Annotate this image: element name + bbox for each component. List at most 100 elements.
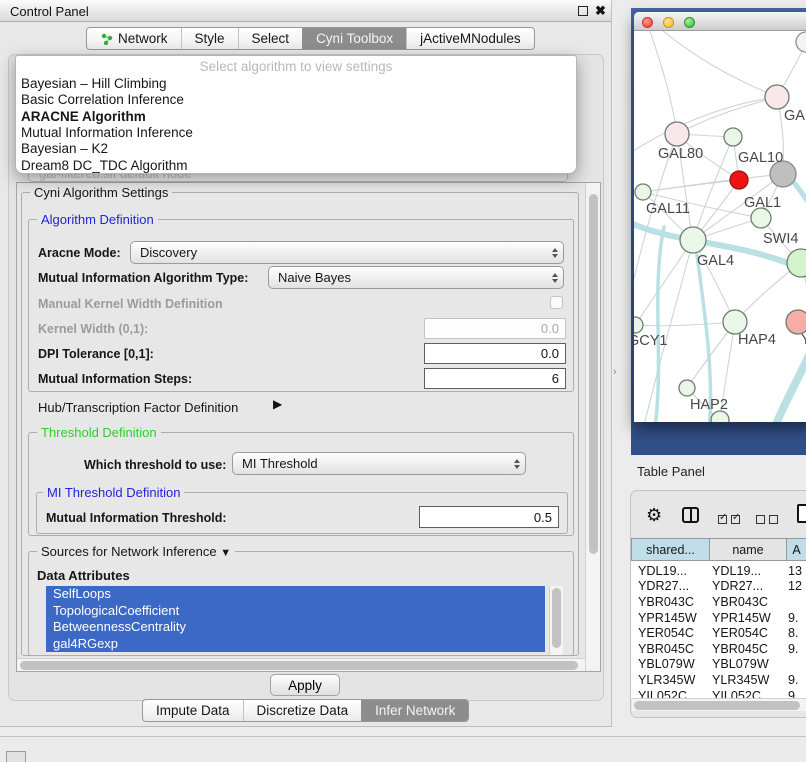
tab-style[interactable]: Style [181, 28, 238, 49]
network-node-gal[interactable] [765, 85, 789, 109]
table-row[interactable]: YBR045CYBR045C9. [631, 641, 806, 657]
table-cell: YPR145W [631, 611, 707, 625]
collapse-arrow-icon[interactable]: ▼ [220, 547, 231, 559]
tab-select[interactable]: Select [238, 28, 303, 49]
tab-jactivemnodules[interactable]: jActiveMNodules [406, 28, 534, 49]
network-node-gal11[interactable] [635, 184, 651, 200]
control-panel-titlebar: Control Panel ✖ [0, 0, 611, 22]
table-cell: 8. [783, 626, 806, 640]
table-row[interactable]: YBL079WYBL079W [631, 657, 806, 673]
table-row[interactable]: YPR145WYPR145W9. [631, 610, 806, 626]
stepper-arrows-icon [514, 453, 520, 474]
table-cell: YLR345W [631, 673, 707, 687]
cyni-algorithm-settings-title: Cyni Algorithm Settings [30, 185, 172, 200]
close-traffic-light-icon[interactable] [642, 17, 653, 28]
algorithm-option[interactable]: Dream8 DC_TDC Algorithm [21, 158, 188, 174]
settings-horizontal-scrollbar[interactable] [17, 658, 585, 671]
table-row[interactable]: YLR345WYLR345W9. [631, 672, 806, 688]
algorithm-option[interactable]: Mutual Information Inference [21, 125, 193, 141]
columns-icon[interactable] [682, 507, 699, 523]
kernel-width-label: Kernel Width (0,1): [38, 322, 148, 336]
algorithm-dropdown-prompt: Select algorithm to view settings [16, 59, 576, 74]
table-cell: 13 [783, 564, 806, 578]
mi-threshold-field[interactable]: 0.5 [419, 506, 559, 528]
attributes-list-scrollbar[interactable] [549, 586, 563, 655]
network-view-window: GALGAL80GAL10GAL11GAL1SWI4GAL4GCY1HAP4YH… [634, 12, 806, 422]
node-label: GAL1 [744, 195, 781, 211]
threshold-definition-title: Threshold Definition [37, 425, 161, 440]
network-node-gal1[interactable] [751, 208, 771, 228]
network-node[interactable] [730, 171, 748, 189]
checked-columns-icon[interactable] [718, 511, 744, 529]
network-node-y[interactable] [786, 310, 806, 334]
hub-definition-label[interactable]: Hub/Transcription Factor Definition [38, 400, 238, 415]
dpi-tolerance-field[interactable]: 0.0 [424, 343, 566, 364]
mi-steps-field[interactable]: 6 [424, 368, 566, 389]
network-node-gal80[interactable] [665, 122, 689, 146]
tab-network[interactable]: Network [87, 28, 181, 49]
mi-algorithm-type-combobox[interactable]: Naive Bayes [268, 266, 564, 289]
table-cell: YIL052C [707, 689, 783, 698]
bottom-tabbar: Impute DataDiscretize DataInfer Network [142, 699, 469, 722]
tab-cyni-toolbox[interactable]: Cyni Toolbox [302, 28, 406, 49]
attribute-list-item[interactable]: gal4RGexp [46, 636, 545, 653]
mi-steps-label: Mutual Information Steps: [38, 372, 192, 386]
network-node-hap4[interactable] [723, 310, 747, 334]
network-canvas[interactable]: GALGAL80GAL10GAL11GAL1SWI4GAL4GCY1HAP4YH… [634, 31, 806, 422]
which-threshold-combobox[interactable]: MI Threshold [232, 452, 526, 475]
node-label: HAP2 [690, 397, 728, 413]
column-header-name[interactable]: name [709, 538, 787, 561]
tab-impute-data[interactable]: Impute Data [143, 700, 243, 721]
bottom-strip [0, 737, 806, 762]
network-node-gcy1[interactable] [634, 317, 643, 333]
stepper-arrows-icon [552, 242, 558, 263]
table-cell: 12 [783, 579, 806, 593]
algorithm-option[interactable]: ARACNE Algorithm [21, 109, 146, 125]
export-table-icon[interactable] [797, 504, 806, 523]
table-cell: YDR27... [707, 579, 783, 593]
table-row[interactable]: YIL052CYIL052C9. [631, 688, 806, 698]
minimize-traffic-light-icon[interactable] [663, 17, 674, 28]
network-node-hap2[interactable] [679, 380, 695, 396]
control-panel-tabbar: NetworkStyleSelectCyni ToolboxjActiveMNo… [86, 27, 535, 50]
table-cell: YDL19... [631, 564, 707, 578]
corner-button[interactable] [6, 751, 26, 762]
zoom-traffic-light-icon[interactable] [684, 17, 695, 28]
aracne-mode-combobox[interactable]: Discovery [130, 241, 564, 264]
attribute-list-item[interactable]: BetweennessCentrality [46, 619, 545, 636]
network-window-titlebar [634, 12, 806, 31]
table-row[interactable]: YER054CYER054C8. [631, 625, 806, 641]
algorithm-option[interactable]: Bayesian – Hill Climbing [21, 76, 167, 92]
network-node[interactable] [796, 32, 806, 52]
close-icon[interactable]: ✖ [595, 3, 606, 19]
expand-arrow-icon[interactable]: ▶ [273, 397, 282, 411]
column-header-shared-name[interactable]: shared... [631, 538, 710, 561]
table-horizontal-scrollbar[interactable] [632, 698, 806, 711]
apply-button[interactable]: Apply [270, 674, 340, 696]
node-label: GAL10 [738, 150, 783, 166]
network-node-gal10[interactable] [724, 128, 742, 146]
algorithm-option[interactable]: Basic Correlation Inference [21, 92, 184, 108]
attribute-list-item[interactable]: SelfLoops [46, 586, 545, 603]
gear-icon[interactable]: ⚙ [646, 505, 662, 526]
table-row[interactable]: YDR27...YDR27...12 [631, 579, 806, 595]
table-cell: YBL079W [707, 657, 783, 671]
algorithm-option[interactable]: Bayesian – K2 [21, 141, 108, 157]
node-label: HAP4 [738, 332, 776, 348]
network-node-swi4[interactable] [787, 249, 806, 277]
table-row[interactable]: YBR043CYBR043C [631, 594, 806, 610]
settings-vertical-scrollbar[interactable] [585, 183, 600, 671]
table-cell: YBR045C [631, 642, 707, 656]
network-node-gal4[interactable] [680, 227, 706, 253]
sources-title: Sources for Network Inference [41, 544, 217, 559]
unchecked-columns-icon[interactable] [756, 511, 782, 529]
table-cell: 9. [783, 689, 806, 698]
float-window-icon[interactable] [578, 6, 588, 16]
tab-discretize-data[interactable]: Discretize Data [243, 700, 362, 721]
table-row[interactable]: YDL19...YDL19...13 [631, 563, 806, 579]
tab-infer-network[interactable]: Infer Network [361, 700, 468, 721]
table-cell: YBL079W [631, 657, 707, 671]
table-cell: YDR27... [631, 579, 707, 593]
attribute-list-item[interactable]: TopologicalCoefficient [46, 603, 545, 620]
column-header-clipped[interactable]: A [786, 538, 806, 561]
